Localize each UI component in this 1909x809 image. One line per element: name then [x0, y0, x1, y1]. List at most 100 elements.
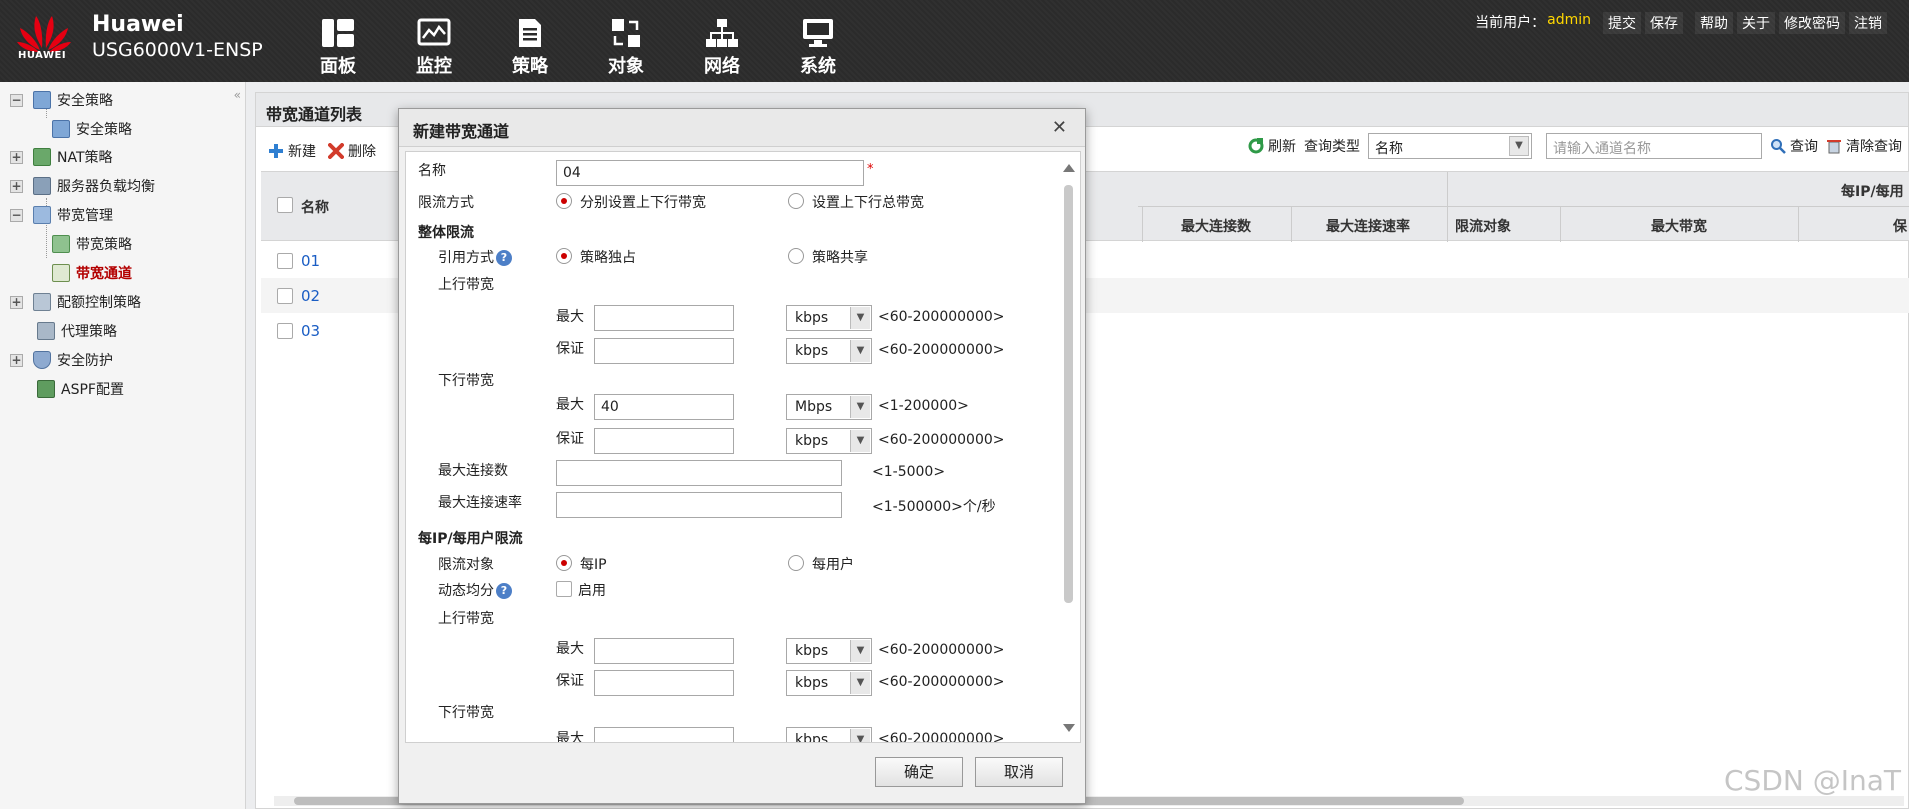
down-guarantee-range: <60-200000000> — [878, 432, 1005, 448]
unit-value: kbps — [795, 433, 829, 449]
ref-shared-radio[interactable] — [788, 248, 804, 264]
tree-security-policy-group[interactable]: − 安全策略 — [10, 88, 113, 112]
chevron-down-icon[interactable]: ▼ — [850, 640, 870, 662]
max-conn-input[interactable] — [556, 460, 842, 486]
tree-proxy-policy[interactable]: 代理策略 — [37, 319, 117, 343]
channel-search-input[interactable]: 请输入通道名称 — [1546, 133, 1762, 159]
per-down-max-input[interactable] — [594, 727, 734, 742]
tree-label: 服务器负载均衡 — [57, 179, 155, 195]
tree-bandwidth-channel[interactable]: 带宽通道 — [52, 261, 132, 285]
chevron-down-icon[interactable]: ▼ — [850, 307, 870, 329]
tree-nat-policy[interactable]: + NAT策略 — [10, 145, 113, 169]
tree-aspf-config[interactable]: ASPF配置 — [37, 377, 124, 401]
chevron-down-icon[interactable]: ▼ — [850, 672, 870, 694]
help-link[interactable]: 帮助 — [1695, 12, 1733, 34]
nav-label: 系统 — [800, 56, 836, 77]
collapse-toggle-icon[interactable]: − — [10, 208, 23, 222]
row-checkbox[interactable] — [277, 322, 293, 339]
row-checkbox[interactable] — [277, 287, 293, 304]
up-max-input[interactable] — [594, 305, 734, 331]
nav-label: 策略 — [512, 56, 548, 77]
per-ip-radio[interactable] — [556, 555, 572, 571]
per-up-max-unit-select[interactable]: kbps ▼ — [786, 638, 872, 664]
channel-link[interactable]: 01 — [301, 252, 320, 270]
nav-system[interactable]: 系统 — [770, 10, 866, 78]
query-type-select[interactable]: 名称 ▼ — [1368, 133, 1532, 159]
down-max-unit-select[interactable]: Mbps ▼ — [786, 394, 872, 420]
nav-dashboard[interactable]: 面板 — [290, 10, 386, 78]
chevron-down-icon[interactable]: ▼ — [850, 396, 870, 418]
per-down-max-unit-select[interactable]: kbps ▼ — [786, 727, 872, 742]
max-rate-input[interactable] — [556, 492, 842, 518]
dynamic-share-enable-label: 启用 — [578, 583, 606, 599]
system-icon — [803, 19, 833, 47]
nav-object[interactable]: 对象 — [578, 10, 674, 78]
chevron-down-icon[interactable]: ▼ — [1509, 136, 1529, 156]
expand-toggle-icon[interactable]: + — [10, 353, 23, 367]
collapse-sidebar-icon[interactable]: « — [234, 88, 241, 102]
current-user: admin — [1547, 12, 1591, 28]
per-up-max-input[interactable] — [594, 638, 734, 664]
tree-server-lb[interactable]: + 服务器负载均衡 — [10, 174, 155, 198]
dashboard-icon — [322, 19, 354, 47]
change-password-link[interactable]: 修改密码 — [1779, 12, 1845, 34]
dynamic-share-checkbox[interactable] — [556, 581, 572, 597]
clear-query-button[interactable]: 清除查询 — [1826, 136, 1902, 156]
delete-button[interactable]: 删除 — [328, 141, 376, 161]
tree-security-policy[interactable]: 安全策略 — [52, 117, 132, 141]
scroll-down-icon[interactable] — [1063, 724, 1075, 732]
name-label: 名称 — [418, 163, 446, 179]
nav-policy[interactable]: 策略 — [482, 10, 578, 78]
expand-toggle-icon[interactable]: + — [10, 179, 23, 193]
up-max-unit-select[interactable]: kbps ▼ — [786, 305, 872, 331]
chevron-down-icon[interactable]: ▼ — [850, 729, 870, 742]
help-icon[interactable]: ? — [496, 583, 512, 599]
expand-toggle-icon[interactable]: + — [10, 150, 23, 164]
up-guarantee-input[interactable] — [594, 338, 734, 364]
ok-button[interactable]: 确定 — [875, 757, 963, 787]
search-button[interactable]: 查询 — [1770, 136, 1818, 156]
submit-link[interactable]: 提交 — [1603, 12, 1641, 34]
new-button[interactable]: 新建 — [268, 141, 316, 161]
nav-monitor[interactable]: 监控 — [386, 10, 482, 78]
chevron-down-icon[interactable]: ▼ — [850, 340, 870, 362]
limit-total-radio[interactable] — [788, 193, 804, 209]
about-link[interactable]: 关于 — [1737, 12, 1775, 34]
down-max-input[interactable]: 40 — [594, 394, 734, 420]
dialog-scrollbar[interactable] — [1062, 160, 1076, 736]
name-input[interactable]: 04 — [556, 160, 864, 186]
help-icon[interactable]: ? — [496, 250, 512, 266]
tree-security-defense[interactable]: + 安全防护 — [10, 348, 113, 372]
delete-icon — [328, 143, 344, 159]
scroll-thumb[interactable] — [1064, 185, 1073, 603]
per-up-guarantee-input[interactable] — [594, 670, 734, 696]
cancel-button[interactable]: 取消 — [975, 757, 1063, 787]
down-guarantee-input[interactable] — [594, 428, 734, 454]
tree-bandwidth-policy[interactable]: 带宽策略 — [52, 232, 132, 256]
up-guarantee-unit-select[interactable]: kbps ▼ — [786, 338, 872, 364]
save-link[interactable]: 保存 — [1645, 12, 1683, 34]
per-user-radio[interactable] — [788, 555, 804, 571]
col-max-conn: 最大连接数 — [1181, 219, 1251, 235]
logo-text: HUAWEI — [18, 50, 67, 61]
collapse-toggle-icon[interactable]: − — [10, 93, 23, 107]
tree-bandwidth-mgmt[interactable]: − 带宽管理 — [10, 203, 113, 227]
select-all-checkbox[interactable] — [277, 197, 293, 213]
per-up-guarantee-unit-select[interactable]: kbps ▼ — [786, 670, 872, 696]
tree-label: 配额控制策略 — [57, 295, 141, 311]
nav-network[interactable]: 网络 — [674, 10, 770, 78]
down-guarantee-unit-select[interactable]: kbps ▼ — [786, 428, 872, 454]
row-checkbox[interactable] — [277, 252, 293, 269]
close-icon[interactable]: ✕ — [1052, 117, 1067, 138]
expand-toggle-icon[interactable]: + — [10, 295, 23, 309]
logout-link[interactable]: 注销 — [1849, 12, 1887, 34]
tree-quota-policy[interactable]: + 配额控制策略 — [10, 290, 141, 314]
chevron-down-icon[interactable]: ▼ — [850, 430, 870, 452]
scroll-up-icon[interactable] — [1063, 164, 1075, 172]
server-lb-icon — [33, 177, 51, 195]
refresh-button[interactable]: 刷新 — [1248, 136, 1296, 156]
channel-link[interactable]: 02 — [301, 287, 320, 305]
ref-exclusive-radio[interactable] — [556, 248, 572, 264]
limit-separate-radio[interactable] — [556, 193, 572, 209]
channel-link[interactable]: 03 — [301, 322, 320, 340]
